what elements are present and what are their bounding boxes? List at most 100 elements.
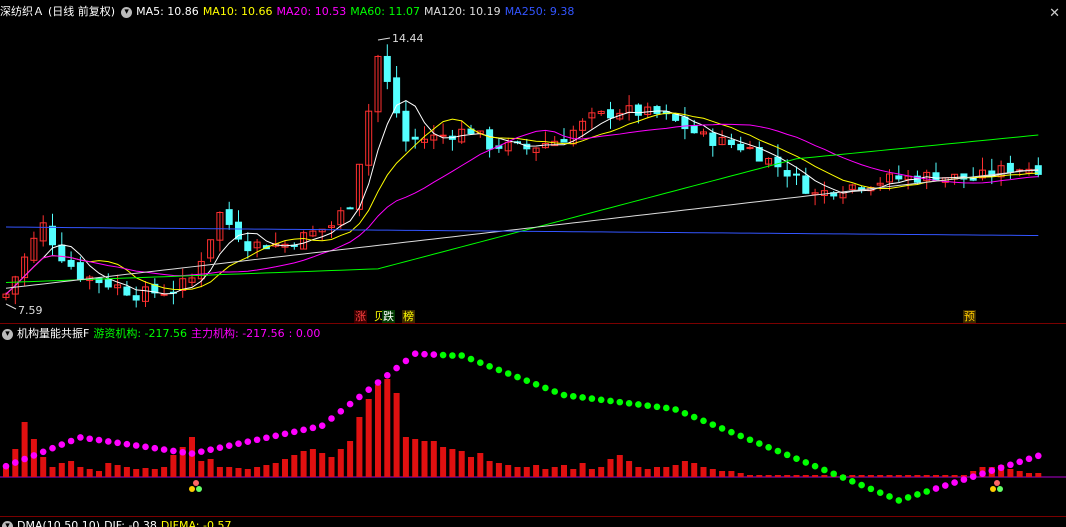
volume-bar: [505, 465, 512, 477]
volume-bar: [105, 463, 112, 477]
dma-dif: DIF: -0.38: [104, 519, 157, 527]
signal-dot: [625, 399, 633, 407]
candle-body: [393, 77, 401, 114]
ma10-line: [5, 112, 1039, 295]
volume-bar: [942, 475, 949, 477]
volume-bar: [635, 467, 642, 477]
signal-dot: [439, 351, 447, 359]
signal-dot: [960, 476, 968, 483]
ma5-line: [5, 100, 1039, 295]
signal-dot: [105, 438, 112, 445]
volume-bar: [877, 475, 884, 477]
volume-bar: [654, 467, 660, 477]
volume-bar: [495, 463, 502, 477]
signal-dot: [709, 421, 717, 428]
volume-bar: [40, 457, 47, 477]
signal-dot: [1025, 455, 1033, 463]
tag-bang[interactable]: 榜: [402, 310, 415, 323]
signal-dot: [235, 440, 242, 447]
volume-bar: [337, 449, 344, 477]
volume-bar: [226, 467, 233, 477]
volume-bar: [607, 459, 614, 477]
volume-bar: [198, 461, 205, 477]
volume-bar: [142, 468, 149, 477]
signal-dot: [216, 444, 224, 451]
panel-divider-1[interactable]: [0, 323, 1066, 324]
volume-bar: [1026, 473, 1032, 477]
candle-body: [123, 286, 131, 296]
volume-bar: [644, 469, 651, 477]
signal-marker-icon: [196, 486, 202, 492]
signal-dot: [523, 377, 531, 384]
signal-dot: [123, 440, 131, 448]
candle-body: [346, 207, 354, 210]
signal-dot: [411, 350, 419, 357]
signal-dot: [328, 415, 335, 422]
signal-dot: [542, 384, 549, 392]
dma-name[interactable]: DMA(10,50,10): [17, 519, 100, 527]
tag-die[interactable]: 跌: [382, 310, 395, 323]
volume-bar: [235, 468, 242, 477]
low-marker: [5, 303, 17, 310]
tag-zhang[interactable]: 涨: [354, 310, 367, 323]
volume-bar: [254, 467, 261, 477]
volume-bar: [21, 422, 28, 477]
candle-body: [49, 225, 56, 246]
indicator-line1: 游资机构: -217.56: [93, 327, 187, 340]
signal-dot: [551, 388, 558, 395]
volume-bar: [170, 455, 177, 477]
volume-bar: [300, 451, 307, 477]
signal-dot: [904, 494, 912, 501]
signal-marker-icon: [189, 486, 195, 492]
signal-dot: [1035, 452, 1042, 460]
signal-dot: [393, 364, 400, 372]
signal-dot: [449, 352, 456, 359]
signal-dot: [467, 355, 475, 363]
candle-body: [737, 143, 745, 151]
candle-body: [672, 114, 680, 121]
volume-bar: [430, 441, 437, 477]
candle-body: [895, 175, 903, 180]
signal-dot: [783, 451, 791, 459]
signal-marker-icon: [994, 480, 1000, 486]
candle-body: [755, 147, 763, 162]
signal-dot: [718, 425, 726, 432]
dma-settings-icon[interactable]: ▾: [2, 520, 13, 527]
signal-dot: [886, 493, 893, 500]
candlestick-chart[interactable]: 14.44 7.59: [0, 0, 1066, 322]
volume-bar: [626, 461, 633, 477]
signal-dot: [356, 393, 363, 401]
signal-dot: [477, 359, 484, 366]
signal-dot: [1007, 461, 1014, 469]
signal-dot: [690, 413, 698, 421]
indicator-name[interactable]: 机构量能共振F: [17, 327, 89, 340]
candle-body: [783, 170, 791, 177]
volume-bar: [561, 465, 567, 477]
tag-yu[interactable]: 预: [963, 310, 976, 323]
volume-bar: [551, 467, 558, 477]
candle-body: [439, 134, 447, 137]
candle-body: [690, 125, 698, 134]
volume-bar: [867, 475, 874, 477]
volume-bar: [114, 465, 121, 477]
signal-dot: [876, 489, 884, 496]
volume-bar: [756, 475, 763, 477]
volume-bar: [728, 471, 735, 477]
volume-bar: [291, 455, 298, 477]
signal-dot: [402, 357, 410, 365]
signal-dot: [700, 417, 707, 425]
signal-dot: [151, 444, 159, 452]
candle-body: [235, 221, 242, 240]
signal-dot: [495, 366, 503, 374]
signal-dot: [849, 478, 856, 485]
volume-bar: [49, 467, 56, 477]
signal-dot: [21, 455, 28, 463]
signal-dot: [281, 430, 289, 438]
indicator-chart[interactable]: [0, 340, 1066, 515]
signal-dot: [300, 426, 307, 434]
volume-bar: [151, 469, 158, 477]
indicator-settings-icon[interactable]: ▾: [2, 328, 13, 340]
signal-marker-icon: [193, 480, 199, 486]
signal-dot: [793, 455, 800, 462]
signal-dot: [458, 352, 466, 359]
